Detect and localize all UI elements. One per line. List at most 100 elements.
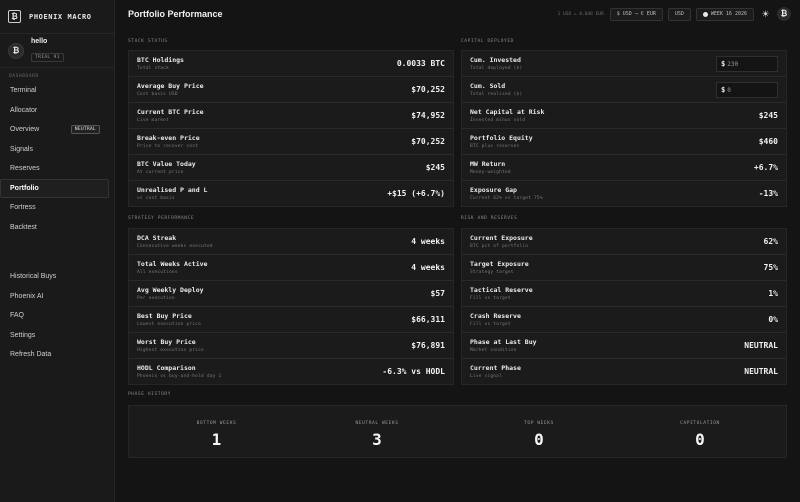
sidebar-item-refresh-data[interactable]: Refresh Data [0, 345, 109, 365]
table-row: Current Exposure BTC pct of portfolio 62% [462, 229, 786, 255]
row-value: 4 weeks [411, 237, 445, 246]
row-sub: Live signal [470, 374, 503, 379]
user-info: hello TRIAL 91 [31, 38, 64, 63]
table-row: Current BTC Price Live market $74,952 [129, 103, 453, 129]
page-title: Portfolio Performance [128, 9, 223, 19]
table-row: Break-even Price Price to recover cost $70… [129, 129, 453, 155]
table-row: HODL Comparison Phoenix vs buy-and-hold d… [129, 359, 453, 385]
cum-invested-field[interactable]: $ [716, 56, 778, 72]
table-row: Avg Weekly Deploy Per execution $57 [129, 281, 453, 307]
sidebar-item-phoenix-ai[interactable]: Phoenix AI [0, 287, 109, 307]
row-sub: BTC plus reserves [470, 144, 520, 149]
table-row: Unrealised P and L vs cost basis +$15 (+6.… [129, 181, 453, 207]
table-row: BTC Value Today At current price $245 [129, 155, 453, 181]
row-value: +6.7% [753, 163, 778, 172]
sidebar-item-signals[interactable]: Signals [0, 140, 109, 160]
row-value: $70,252 [411, 85, 445, 94]
phase-label: CAPITULATION [680, 421, 720, 426]
sidebar-item-settings[interactable]: Settings [0, 326, 109, 346]
risk-reserves-label: RISK AND RESERVES [461, 216, 518, 221]
row-sub: At current price [137, 170, 184, 175]
row-sub: Consecutive weeks executed [137, 244, 213, 249]
row-sub: Fill vs target [470, 322, 511, 327]
row-value: 0.0033 BTC [396, 59, 445, 68]
sidebar-item-overview[interactable]: Overview NEUTRAL [0, 120, 109, 140]
row-label: Portfolio Equity [470, 134, 533, 142]
bitcoin-logo-icon: ₿ [8, 10, 21, 23]
sidebar-item-historical-buys[interactable]: Historical Buys [0, 267, 109, 287]
row-sub: BTC pct of portfolio [470, 244, 529, 249]
table-row: Current Phase Live signal NEUTRAL [462, 359, 786, 385]
capital-deployed-panel: Cum. Invested Total deployed ($) $ Cum. S… [461, 50, 787, 207]
currency-convert-button[interactable]: $ USD → € EUR [609, 7, 663, 21]
trial-badge: TRIAL 91 [31, 53, 64, 62]
sidebar-item-allocator[interactable]: Allocator [0, 101, 109, 121]
row-label: Cum. Sold [470, 82, 506, 90]
phase-count: 1 [211, 430, 222, 449]
cum-invested-input[interactable] [727, 60, 776, 68]
row-value: $245 [425, 163, 445, 172]
row-sub: Cost basis USD [137, 92, 178, 97]
nav-section-label: DASHBOARD [9, 74, 39, 79]
phase-label: BOTTOM WEEKS [196, 421, 237, 426]
row-label: Current BTC Price [137, 108, 204, 116]
row-label: Current Phase [470, 364, 521, 372]
row-value: -6.3% vs HODL [382, 367, 445, 376]
week-label: WEEK 16 2026 [710, 11, 747, 17]
week-indicator[interactable]: WEEK 16 2026 [695, 7, 754, 21]
row-label: MW Return [470, 160, 506, 168]
sidebar-item-label: Refresh Data [10, 351, 52, 359]
table-row: Worst Buy Price Highest execution price $7… [129, 333, 453, 359]
phase-label: TOP WEEKS [524, 421, 554, 426]
sidebar-item-terminal[interactable]: Terminal [0, 81, 109, 101]
row-sub: Lowest execution price [137, 322, 202, 327]
table-row: Phase at Last Buy Market condition NEUTRAL [462, 333, 786, 359]
row-sub: Market condition [470, 348, 517, 353]
row-value: 75% [763, 263, 778, 272]
row-value: NEUTRAL [744, 367, 778, 376]
sidebar-item-backtest[interactable]: Backtest [0, 218, 109, 238]
header: Portfolio Performance 1 USD = 0.848 EUR … [115, 0, 800, 28]
row-value: $245 [758, 111, 778, 120]
row-value: 0% [768, 315, 778, 324]
cum-sold-field[interactable]: $ [716, 82, 778, 98]
sidebar-item-label: Terminal [10, 87, 37, 95]
row-label: Target Exposure [470, 260, 529, 268]
cum-sold-input[interactable] [727, 86, 776, 94]
row-label: Crash Reserve [470, 312, 521, 320]
theme-toggle-icon[interactable]: ☀ [759, 9, 772, 20]
row-value: $74,952 [411, 111, 445, 120]
bitcoin-icon[interactable]: ₿ [777, 7, 791, 21]
row-sub: All executions [137, 270, 178, 275]
brand[interactable]: ₿ PHOENIX MACRO [0, 0, 114, 34]
phase-count: 3 [372, 430, 382, 449]
row-sub: Money-weighted [470, 170, 511, 175]
currency-select[interactable]: USD [667, 7, 691, 21]
row-label: Unrealised P and L [137, 186, 208, 194]
row-sub: Total deployed ($) [470, 66, 523, 71]
row-sub: Price to recover cost [137, 144, 199, 149]
row-sub: vs cost basis [137, 196, 175, 201]
sidebar-item-reserves[interactable]: Reserves [0, 159, 109, 179]
brand-name: PHOENIX MACRO [29, 12, 92, 21]
row-value: -13% [758, 189, 778, 198]
sidebar-item-label: Allocator [10, 106, 38, 114]
row-label: BTC Value Today [137, 160, 196, 168]
sidebar-item-label: Backtest [10, 223, 37, 231]
row-sub: Total stack [137, 66, 170, 71]
sidebar-item-faq[interactable]: FAQ [0, 306, 109, 326]
table-row: Crash Reserve Fill vs target 0% [462, 307, 786, 333]
sidebar-item-fortress[interactable]: Fortress [0, 198, 109, 218]
table-row: Cum. Sold Total realised ($) $ [462, 77, 786, 103]
strategy-performance-panel: DCA Streak Consecutive weeks executed 4 we… [128, 228, 454, 385]
sidebar-item-label: Phoenix AI [10, 292, 44, 300]
phase-count: 0 [534, 430, 544, 449]
sidebar-item-portfolio[interactable]: Portfolio [0, 178, 109, 198]
row-label: Phase at Last Buy [470, 338, 537, 346]
user-profile[interactable]: ₿ hello TRIAL 91 [0, 34, 114, 68]
row-value: 4 weeks [411, 263, 445, 272]
row-sub: Invested minus sold [470, 118, 526, 123]
sidebar-item-label: Historical Buys [10, 273, 57, 281]
row-sub: Total realised ($) [470, 92, 523, 97]
table-row: BTC Holdings Total stack 0.0033 BTC [129, 51, 453, 77]
